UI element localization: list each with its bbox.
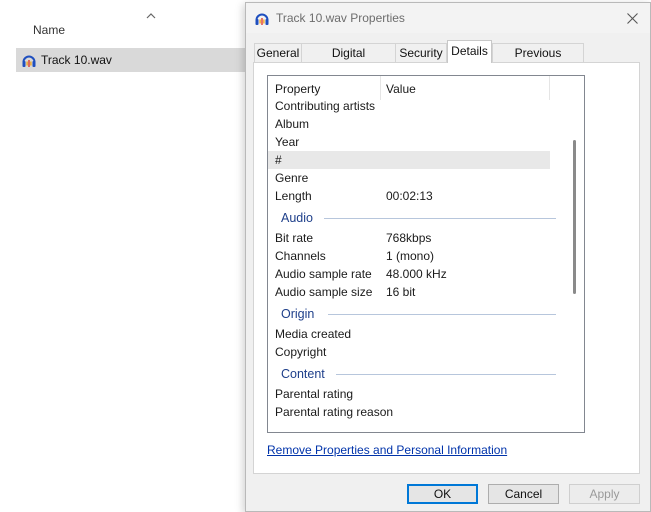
property-name: Contributing artists — [275, 99, 376, 113]
property-row[interactable]: Album — [268, 115, 550, 133]
property-name: Bit rate — [275, 231, 314, 245]
close-button[interactable] — [620, 7, 644, 29]
property-row[interactable]: Contributing artists — [268, 97, 550, 115]
tab-security[interactable]: Security — [395, 43, 447, 62]
property-name: Copyright — [275, 345, 327, 359]
property-name: Length — [275, 189, 312, 203]
column-header-value[interactable]: Value — [386, 82, 416, 96]
ok-button[interactable]: OK — [407, 484, 478, 504]
group-header-content[interactable]: Content — [268, 365, 558, 383]
property-name: Audio sample size — [275, 285, 373, 299]
property-row[interactable]: Channels 1 (mono) — [268, 247, 550, 265]
file-row[interactable]: Track 10.wav — [16, 48, 252, 72]
property-row[interactable]: Audio sample size 16 bit — [268, 283, 550, 301]
properties-dialog: Track 10.wav Properties General Digital … — [245, 2, 651, 512]
remove-properties-link[interactable]: Remove Properties and Personal Informati… — [267, 443, 507, 457]
property-value: 16 bit — [386, 285, 416, 299]
property-name: Genre — [275, 171, 309, 185]
property-name: Parental rating reason — [275, 405, 394, 419]
property-row[interactable]: Parental rating — [268, 385, 550, 403]
tab-previous-versions[interactable]: Previous Versions — [492, 43, 584, 79]
group-header-origin[interactable]: Origin — [268, 305, 558, 323]
property-row[interactable]: Genre — [268, 169, 550, 187]
property-name: Channels — [275, 249, 326, 263]
property-list[interactable]: Property Value Contributing artists Albu… — [267, 75, 585, 433]
property-name: Parental rating — [275, 387, 354, 401]
close-icon — [626, 12, 638, 24]
column-header-label: Name — [33, 23, 66, 37]
details-panel: Property Value Contributing artists Albu… — [253, 62, 640, 474]
property-value: 1 (mono) — [386, 249, 435, 263]
dialog-title: Track 10.wav Properties — [276, 11, 405, 25]
audacity-icon — [255, 13, 269, 25]
property-row[interactable]: Parental rating reason — [268, 403, 550, 421]
property-name: # — [275, 153, 282, 167]
group-divider — [328, 314, 556, 315]
tab-details[interactable]: Details — [447, 40, 492, 63]
file-name: Track 10.wav — [41, 53, 112, 67]
property-name: Year — [275, 135, 300, 149]
group-divider — [336, 374, 556, 375]
audacity-icon — [22, 55, 36, 67]
apply-button[interactable]: Apply — [569, 484, 640, 504]
sort-ascending-icon — [146, 13, 156, 19]
property-row[interactable]: Media created — [268, 325, 550, 343]
property-row[interactable]: Copyright — [268, 343, 550, 361]
group-divider — [324, 218, 556, 219]
group-label: Origin — [281, 307, 315, 321]
vertical-scrollbar[interactable] — [573, 140, 576, 294]
property-value: 48.000 kHz — [386, 267, 447, 281]
property-name: Media created — [275, 327, 352, 341]
group-label: Content — [281, 367, 325, 381]
property-value: 00:02:13 — [386, 189, 433, 203]
cancel-button[interactable]: Cancel — [488, 484, 559, 504]
tab-general[interactable]: General — [254, 43, 302, 62]
property-value: 768kbps — [386, 231, 432, 245]
group-header-audio[interactable]: Audio — [268, 209, 558, 227]
property-row[interactable]: Bit rate 768kbps — [268, 229, 550, 247]
property-row[interactable]: Audio sample rate 48.000 kHz — [268, 265, 550, 283]
column-header-name[interactable]: Name — [16, 13, 257, 48]
title-bar[interactable]: Track 10.wav Properties — [246, 3, 650, 33]
property-name: Audio sample rate — [275, 267, 372, 281]
property-name: Album — [275, 117, 310, 131]
column-header-property[interactable]: Property — [275, 82, 320, 96]
tab-digital-signatures[interactable]: Digital Signatures — [301, 43, 396, 79]
property-row-selected[interactable]: # — [268, 151, 550, 169]
property-row[interactable]: Year — [268, 133, 550, 151]
group-label: Audio — [281, 211, 313, 225]
property-row[interactable]: Length 00:02:13 — [268, 187, 550, 205]
